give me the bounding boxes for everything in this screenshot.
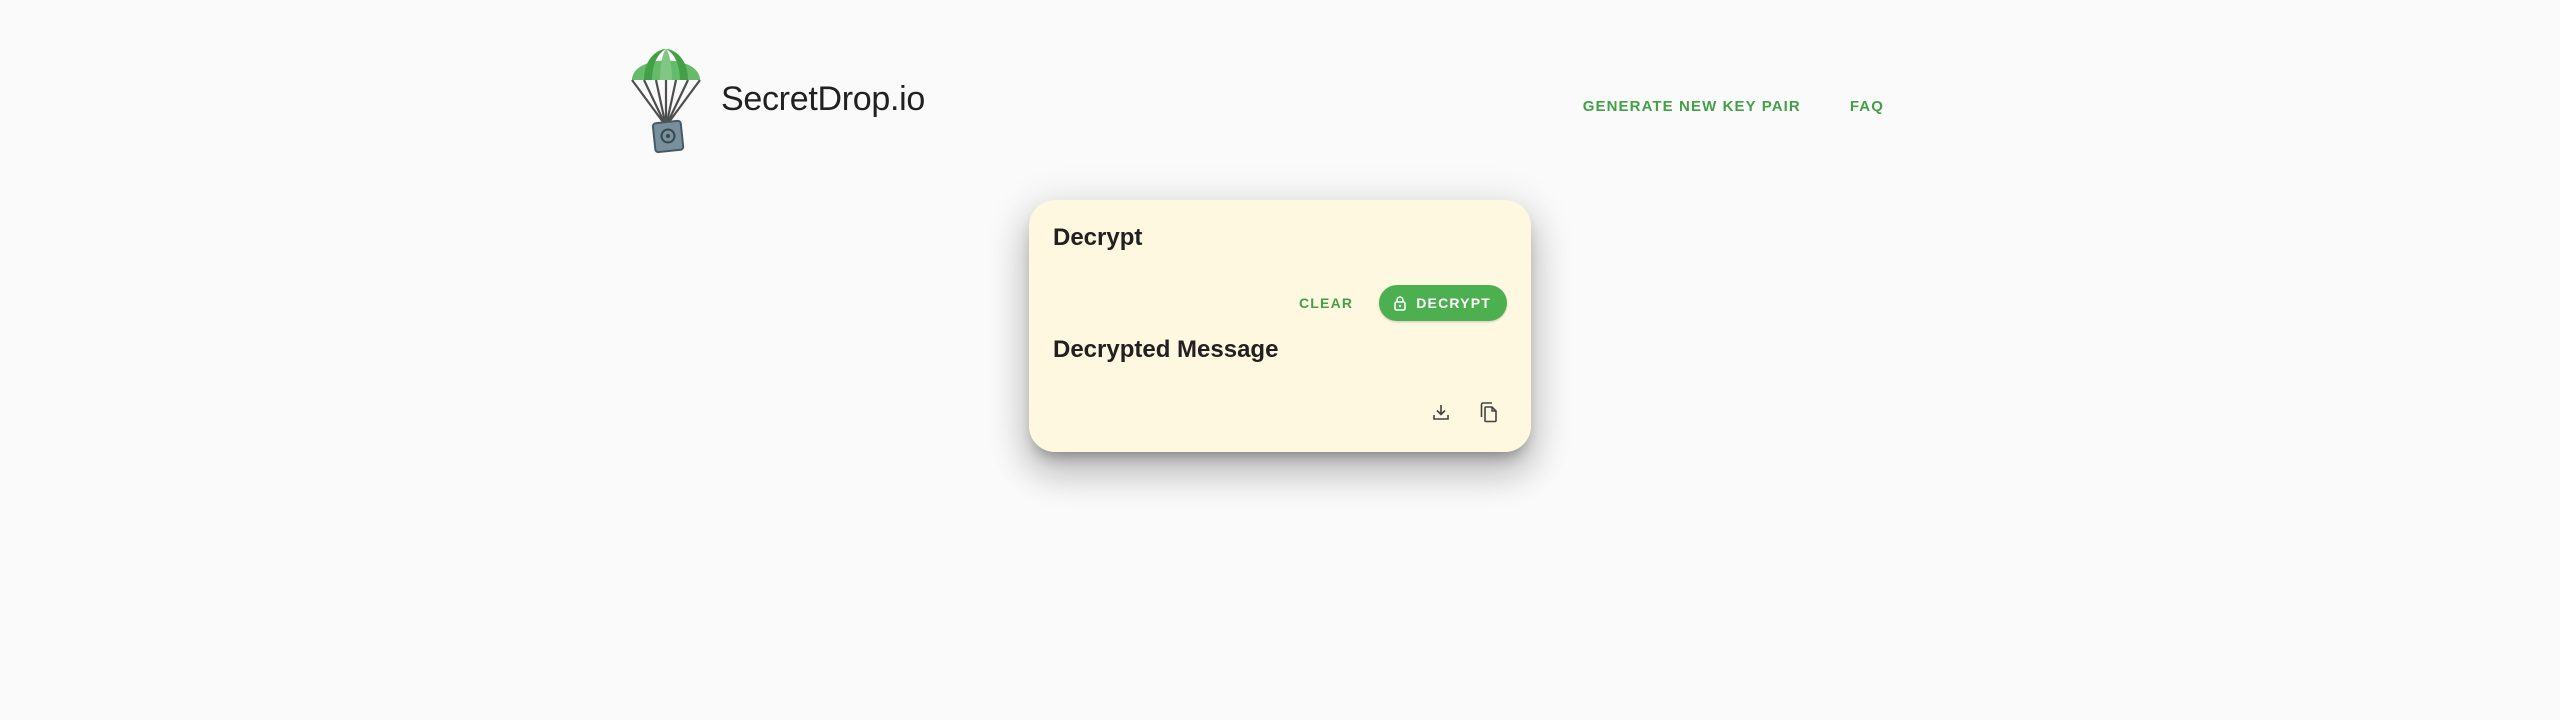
download-icon [1431, 402, 1451, 427]
copy-icon [1479, 401, 1499, 428]
message-actions [1411, 396, 1507, 432]
parachute-logo-icon[interactable] [630, 44, 702, 156]
faq-link[interactable]: FAQ [1834, 90, 1900, 123]
decrypted-message-title: Decrypted Message [1053, 336, 1279, 363]
app-header: SecretDrop.io GENERATE NEW KEY PAIR FAQ [630, 44, 1900, 156]
decrypt-button[interactable]: DECRYPT [1379, 285, 1507, 321]
lock-open-icon [1392, 295, 1408, 311]
brand-name[interactable]: SecretDrop.io [721, 80, 925, 119]
decrypt-card: Decrypt CLEAR DECRYPT Decrypted Message [1029, 200, 1531, 452]
card-actions: CLEAR DECRYPT [1285, 285, 1507, 321]
top-nav: GENERATE NEW KEY PAIR FAQ [1550, 90, 1900, 123]
download-button[interactable] [1423, 396, 1459, 432]
decrypt-button-label: DECRYPT [1416, 295, 1491, 311]
generate-key-pair-link[interactable]: GENERATE NEW KEY PAIR [1567, 90, 1817, 123]
clear-button[interactable]: CLEAR [1285, 287, 1367, 319]
copy-button[interactable] [1471, 396, 1507, 432]
card-title: Decrypt [1053, 224, 1143, 251]
